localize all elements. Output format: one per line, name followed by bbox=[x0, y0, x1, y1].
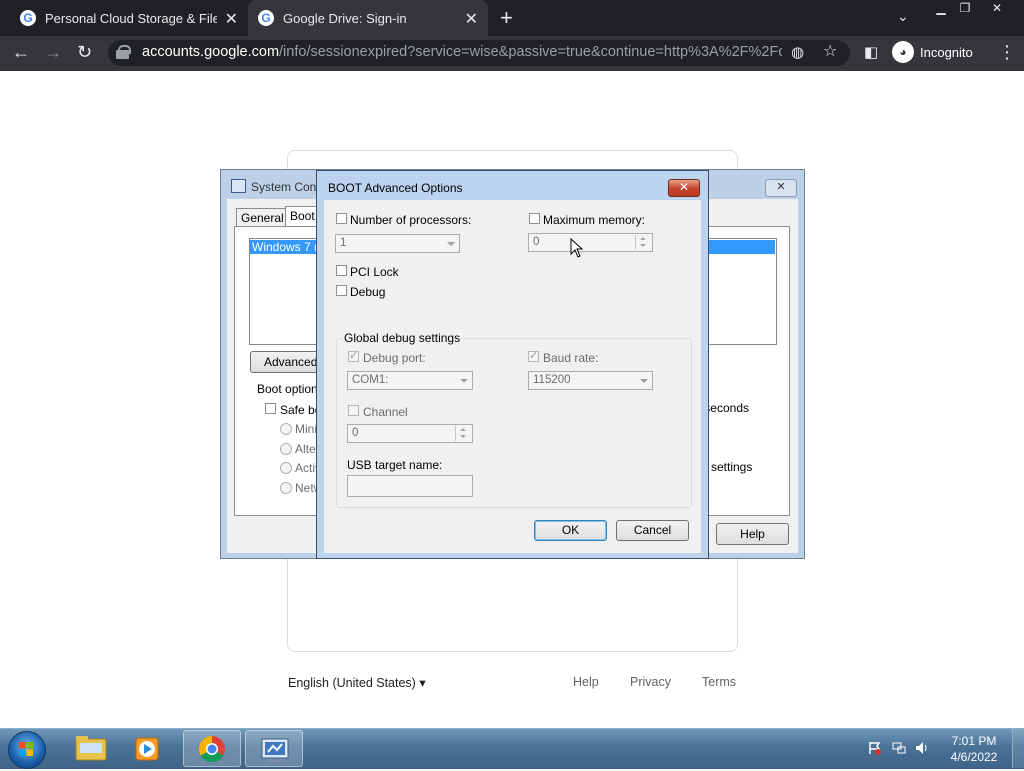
close-window-icon[interactable]: ✕ bbox=[984, 0, 1010, 18]
restore-icon[interactable]: ❐ bbox=[952, 0, 978, 18]
incognito-indicator[interactable]: ◕ Incognito bbox=[892, 41, 973, 63]
channel-input[interactable]: 0 bbox=[347, 424, 473, 443]
debug-checkbox[interactable] bbox=[336, 285, 347, 296]
tab-boot[interactable]: Boot bbox=[285, 206, 320, 228]
eye-slash-icon[interactable]: ◍ bbox=[791, 43, 804, 63]
side-panel-icon[interactable]: ◧ bbox=[864, 43, 878, 63]
radio-alternate-shell[interactable] bbox=[280, 443, 292, 455]
spinner-arrows-icon[interactable] bbox=[455, 426, 471, 441]
number-of-processors-checkbox[interactable] bbox=[336, 213, 347, 224]
close-button[interactable]: ✕ bbox=[668, 179, 700, 197]
chevron-down-icon bbox=[460, 379, 468, 383]
back-arrow-icon[interactable]: ← bbox=[12, 42, 30, 62]
advanced-options-button[interactable]: Advanced options... bbox=[250, 351, 320, 373]
show-desktop-button[interactable] bbox=[1012, 729, 1024, 768]
incognito-icon: ◕ bbox=[892, 41, 914, 63]
debug-port-checkbox[interactable] bbox=[348, 349, 359, 362]
close-button[interactable]: ✕ bbox=[765, 179, 797, 197]
debug-port-label: Debug port: bbox=[363, 351, 426, 365]
clock-date: 4/6/2022 bbox=[950, 750, 998, 764]
footer-terms-link[interactable]: Terms bbox=[702, 675, 736, 689]
url-text[interactable]: accounts.google.com/info/sessionexpired?… bbox=[142, 44, 782, 60]
star-icon[interactable]: ☆ bbox=[823, 42, 837, 62]
boot-entry-selection-fill bbox=[708, 240, 775, 254]
safe-boot-label: Safe boot bbox=[280, 403, 316, 417]
forward-arrow-icon[interactable]: → bbox=[44, 42, 62, 62]
spinner-arrows-icon[interactable] bbox=[635, 235, 651, 250]
pci-lock-checkbox[interactable] bbox=[336, 265, 347, 276]
reload-icon[interactable]: ↻ bbox=[77, 42, 92, 62]
tab-google-drive-signin[interactable]: G Google Drive: Sign-in ✕ bbox=[248, 0, 488, 36]
media-player-icon bbox=[135, 737, 159, 761]
mouse-pointer-icon bbox=[570, 238, 584, 258]
baud-rate-checkbox[interactable] bbox=[528, 349, 539, 362]
tab-title: Personal Cloud Storage & File Sharing bbox=[45, 10, 217, 26]
chevron-down-icon bbox=[640, 379, 648, 383]
radio-ad-repair-label: Active Directory repair bbox=[295, 461, 316, 475]
debug-label: Debug bbox=[350, 285, 386, 299]
language-selector[interactable]: English (United States) ▾ bbox=[288, 675, 426, 690]
msconfig-icon bbox=[261, 738, 289, 762]
timeout-seconds-label: seconds bbox=[709, 401, 749, 415]
action-center-flag-icon[interactable] bbox=[868, 741, 882, 755]
make-permanent-label: settings bbox=[711, 460, 753, 474]
boot-entry-selected[interactable]: Windows 7 (C:) bbox=[250, 240, 322, 254]
usb-target-name-input[interactable] bbox=[347, 475, 473, 497]
more-menu-icon[interactable]: ⋮ bbox=[998, 42, 1016, 62]
tab-general[interactable]: General bbox=[236, 208, 289, 228]
lock-icon-body bbox=[116, 50, 129, 59]
minimize-icon[interactable]: ▁ bbox=[928, 0, 954, 18]
usb-target-name-label: USB target name: bbox=[347, 458, 443, 472]
radio-network[interactable] bbox=[280, 482, 292, 494]
baud-rate-select[interactable]: 115200 bbox=[528, 371, 653, 390]
windows-logo-icon bbox=[19, 742, 33, 756]
incognito-label: Incognito bbox=[920, 44, 973, 60]
radio-network-label: Network bbox=[295, 481, 316, 495]
radio-minimal[interactable] bbox=[280, 423, 292, 435]
chevron-down-icon bbox=[447, 242, 455, 246]
close-icon[interactable]: ✕ bbox=[465, 9, 478, 29]
maximum-memory-input[interactable]: 0 bbox=[528, 233, 653, 252]
google-g-icon: G bbox=[20, 10, 36, 26]
taskbar-media-player-button[interactable] bbox=[120, 730, 178, 767]
help-button[interactable]: Help bbox=[716, 523, 789, 545]
tab-title: Google Drive: Sign-in bbox=[283, 10, 407, 26]
channel-checkbox[interactable] bbox=[348, 405, 359, 416]
cancel-button[interactable]: Cancel bbox=[616, 520, 689, 541]
global-debug-settings-label: Global debug settings bbox=[342, 331, 463, 345]
radio-minimal-label: Minimal bbox=[295, 422, 316, 436]
baud-rate-label: Baud rate: bbox=[543, 351, 599, 365]
google-g-icon: G bbox=[258, 10, 274, 26]
number-of-processors-label: Number of processors: bbox=[350, 213, 472, 227]
tab-personal-cloud-storage[interactable]: G Personal Cloud Storage & File Sharing … bbox=[10, 0, 248, 36]
chrome-icon bbox=[198, 735, 225, 763]
footer-help-link[interactable]: Help bbox=[573, 675, 599, 689]
clock-time: 7:01 PM bbox=[951, 734, 997, 748]
ok-button[interactable]: OK bbox=[534, 520, 607, 541]
pci-lock-label: PCI Lock bbox=[350, 265, 399, 279]
maximum-memory-checkbox[interactable] bbox=[529, 213, 540, 224]
radio-alternate-shell-label: Alternate shell bbox=[295, 442, 316, 456]
taskbar-explorer-button[interactable] bbox=[62, 730, 120, 767]
network-icon[interactable] bbox=[892, 741, 906, 755]
safe-boot-checkbox[interactable] bbox=[265, 403, 276, 414]
number-of-processors-select[interactable]: 1 bbox=[335, 234, 460, 253]
radio-ad-repair[interactable] bbox=[280, 462, 292, 474]
taskbar-msconfig-button[interactable] bbox=[245, 730, 303, 767]
dialog-title: BOOT Advanced Options bbox=[328, 181, 463, 195]
boot-options-label: Boot options bbox=[257, 382, 324, 396]
chevron-down-icon[interactable]: ⌄ bbox=[897, 8, 909, 25]
maximum-memory-label: Maximum memory: bbox=[543, 213, 646, 227]
new-tab-icon[interactable]: + bbox=[500, 5, 513, 31]
footer-privacy-link[interactable]: Privacy bbox=[630, 675, 671, 689]
msconfig-icon bbox=[231, 179, 246, 193]
clock[interactable]: 7:01 PM 4/6/2022 bbox=[944, 733, 1004, 765]
explorer-icon bbox=[75, 736, 107, 761]
debug-port-select[interactable]: COM1: bbox=[347, 371, 473, 390]
volume-icon[interactable] bbox=[915, 741, 929, 755]
close-icon[interactable]: ✕ bbox=[225, 9, 238, 29]
taskbar-chrome-button[interactable] bbox=[183, 730, 241, 767]
channel-label: Channel bbox=[363, 405, 408, 419]
